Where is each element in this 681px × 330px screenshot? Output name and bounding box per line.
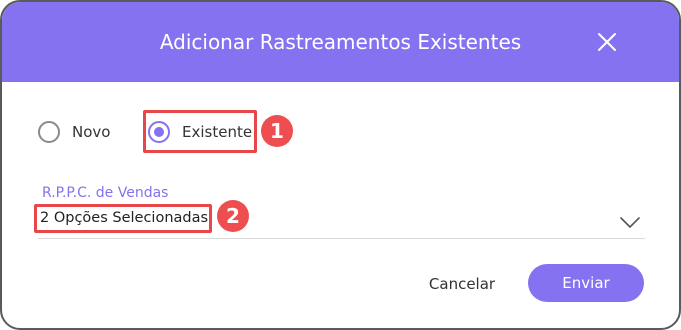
annotation-highlight-box-2 xyxy=(34,204,212,233)
modal-dialog: Adicionar Rastreamentos Existentes Novo … xyxy=(0,0,681,330)
radio-label-novo: Novo xyxy=(72,123,111,141)
annotation-highlight-box-1 xyxy=(143,110,257,153)
radio-option-novo[interactable]: Novo xyxy=(38,119,110,145)
select-field-underline xyxy=(38,238,645,239)
dialog-title: Adicionar Rastreamentos Existentes xyxy=(159,30,522,54)
close-icon xyxy=(598,33,616,51)
close-button[interactable] xyxy=(593,28,621,56)
submit-button[interactable]: Enviar xyxy=(528,264,644,302)
dropdown-toggle[interactable] xyxy=(620,215,640,229)
cancel-button[interactable]: Cancelar xyxy=(420,266,504,302)
radio-button-novo[interactable] xyxy=(38,121,60,143)
dialog-header: Adicionar Rastreamentos Existentes xyxy=(2,2,679,82)
annotation-step-badge-1: 1 xyxy=(261,115,293,147)
select-field-label: R.P.P.C. de Vendas xyxy=(42,185,169,201)
annotation-step-badge-2: 2 xyxy=(217,200,249,232)
chevron-down-icon xyxy=(620,217,640,228)
